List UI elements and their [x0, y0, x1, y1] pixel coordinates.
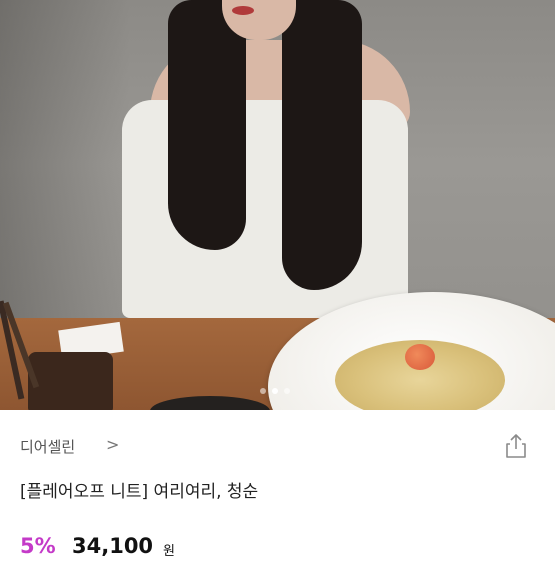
discount-rate: 5% — [20, 534, 56, 558]
carousel-dot-active[interactable] — [272, 388, 278, 394]
carousel-indicator — [260, 388, 290, 394]
price-value: 34,100 — [72, 534, 154, 558]
shop-row: 디어셀린 > — [20, 432, 535, 462]
product-image[interactable] — [0, 0, 555, 410]
wooden-cup — [28, 352, 113, 410]
shop-name-link[interactable]: 디어셀린 — [20, 436, 75, 457]
model-hair-right — [282, 0, 362, 290]
share-button[interactable] — [503, 432, 529, 460]
chevron-right-icon[interactable]: > — [106, 435, 119, 454]
model-lips — [232, 6, 254, 15]
carousel-dot[interactable] — [284, 388, 290, 394]
share-icon — [506, 434, 526, 458]
pollock-roe — [405, 344, 435, 370]
carousel-dot[interactable] — [260, 388, 266, 394]
product-title: [플레어오프 니트] 여리여리, 청순 — [20, 482, 259, 502]
model-hair-left — [168, 0, 246, 250]
model-knit-top — [122, 100, 408, 318]
currency-unit: 원 — [163, 544, 175, 559]
